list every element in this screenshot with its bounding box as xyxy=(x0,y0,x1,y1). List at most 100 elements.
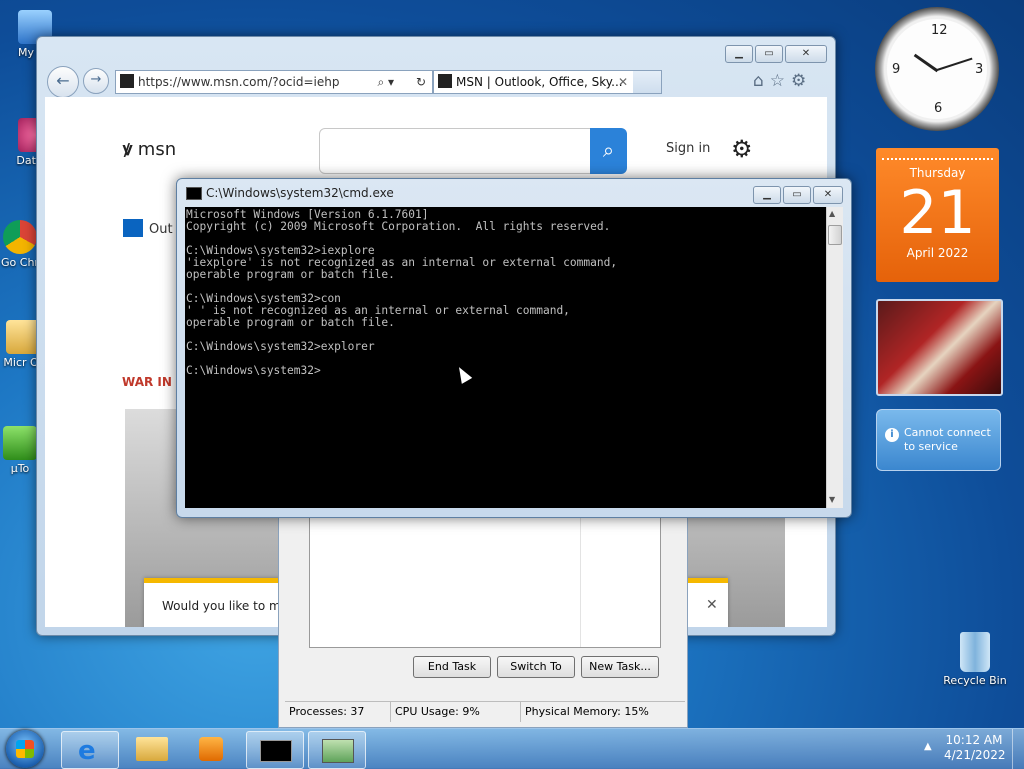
cmd-icon xyxy=(186,187,202,200)
weather-message: Cannot connect to service xyxy=(904,426,991,453)
msn-search-input[interactable] xyxy=(319,128,591,174)
calendar-month-year: April 2022 xyxy=(906,246,969,260)
msn-search-button[interactable]: ⌕ xyxy=(590,128,627,174)
maximize-button[interactable]: ▭ xyxy=(783,186,811,204)
cmd-console-output[interactable]: Microsoft Windows [Version 6.1.7601] Copy… xyxy=(185,207,826,508)
desktop-icon-google-chrome[interactable]: Go Chr xyxy=(0,220,40,269)
cmd-title: C:\Windows\system32\cmd.exe xyxy=(206,186,394,200)
status-bar: Processes: 37 CPU Usage: 9% Physical Mem… xyxy=(285,701,685,722)
taskbar-cmd[interactable] xyxy=(246,731,304,769)
slideshow-gadget[interactable] xyxy=(876,299,1003,396)
desktop-icon-label: Go Chr xyxy=(1,256,39,269)
notification-text: Would you like to mak xyxy=(162,599,295,613)
close-button[interactable]: ✕ xyxy=(785,45,827,63)
start-button[interactable] xyxy=(6,730,44,768)
tab-msn[interactable]: MSN | Outlook, Office, Sky... ✕ xyxy=(433,70,635,94)
cpu-usage: CPU Usage: 9% xyxy=(391,702,521,722)
info-icon: i xyxy=(885,428,899,442)
console-line: operable program or batch file. xyxy=(186,268,395,281)
ie-icon: e xyxy=(78,736,96,766)
processes-count: Processes: 37 xyxy=(285,702,391,722)
clock-minute-hand xyxy=(936,57,973,71)
console-line: C:\Windows\system32>explorer xyxy=(186,340,375,353)
console-line: C:\Windows\system32> xyxy=(186,364,321,377)
taskbar-task-manager[interactable] xyxy=(308,731,366,769)
console-line: operable program or batch file. xyxy=(186,316,395,329)
taskbar: e ▲ 10:12 AM 4/21/2022 xyxy=(0,728,1024,769)
tab-title: MSN | Outlook, Office, Sky... xyxy=(456,75,623,89)
sign-in-link[interactable]: Sign in xyxy=(666,141,710,156)
show-hidden-icons-icon[interactable]: ▲ xyxy=(924,741,932,752)
msn-favicon xyxy=(120,74,134,88)
folder-icon xyxy=(6,320,40,354)
process-list[interactable] xyxy=(309,517,661,648)
weather-gadget[interactable]: i Cannot connect to service xyxy=(876,409,1001,471)
desktop-icon-label: µTo xyxy=(10,462,30,475)
clock-numeral: 12 xyxy=(931,23,948,38)
calendar-day: 21 xyxy=(899,178,976,248)
clock-numeral: 6 xyxy=(934,101,943,116)
taskbar-ie[interactable]: e xyxy=(61,731,119,769)
recycle-bin-icon xyxy=(960,632,990,672)
physical-memory: Physical Memory: 15% xyxy=(525,705,649,718)
column-divider xyxy=(580,517,581,647)
address-bar[interactable]: https://www.msn.com/?ocid=iehp ⌕ ▾ ↻ xyxy=(115,70,433,94)
clock-face: 12 3 6 9 xyxy=(887,19,987,119)
scroll-thumb[interactable] xyxy=(828,225,842,245)
settings-gear-icon[interactable]: ⚙ xyxy=(731,135,753,163)
msn-butterfly-icon: ꝟ xyxy=(123,139,133,160)
taskbar-explorer[interactable] xyxy=(124,731,180,767)
calendar-gadget[interactable]: Thursday 21 April 2022 xyxy=(876,148,999,282)
url-text: https://www.msn.com/?ocid=iehp xyxy=(138,75,340,89)
tab-close-icon[interactable]: ✕ xyxy=(618,71,628,93)
back-button[interactable]: ← xyxy=(47,66,79,98)
search-icon[interactable]: ⌕ ▾ xyxy=(377,71,394,93)
notification-close-icon[interactable]: ✕ xyxy=(706,597,718,613)
outlook-link[interactable]: Out xyxy=(123,219,173,237)
scroll-down-icon[interactable]: ▼ xyxy=(829,495,835,504)
end-task-button[interactable]: End Task xyxy=(413,656,491,678)
msn-favicon xyxy=(438,74,452,88)
desktop-icon-label: Recycle Bin xyxy=(943,674,1007,687)
gear-icon[interactable]: ⚙ xyxy=(791,71,812,91)
scroll-up-icon[interactable]: ▲ xyxy=(829,209,835,218)
minimize-button[interactable]: ▁ xyxy=(753,186,781,204)
clock-hour-hand xyxy=(913,53,939,73)
cmd-icon xyxy=(260,740,292,762)
new-tab-button[interactable] xyxy=(633,70,662,94)
show-desktop-button[interactable] xyxy=(1012,729,1024,769)
cmd-window[interactable]: C:\Windows\system32\cmd.exe ▁ ▭ ✕ Micros… xyxy=(176,178,852,518)
windows-logo-icon xyxy=(16,740,34,758)
folder-icon xyxy=(136,737,168,761)
media-player-icon xyxy=(199,737,223,761)
tray-time: 10:12 AM xyxy=(945,733,1003,747)
new-task-button[interactable]: New Task... xyxy=(581,656,659,678)
desktop-icon-utorrent[interactable]: µTo xyxy=(0,426,40,475)
cmd-scrollbar[interactable]: ▲ ▼ xyxy=(826,207,843,508)
home-icon[interactable]: ⌂ xyxy=(753,71,770,91)
search-icon: ⌕ xyxy=(602,138,615,162)
chrome-icon xyxy=(3,220,37,254)
msn-logo[interactable]: ꝟ msn xyxy=(123,137,176,161)
console-line: Copyright (c) 2009 Microsoft Corporation… xyxy=(186,220,611,233)
utorrent-icon xyxy=(3,426,37,460)
task-manager-icon xyxy=(322,739,354,763)
calendar-rings xyxy=(882,148,993,160)
task-manager-window[interactable]: End Task Switch To New Task... Processes… xyxy=(278,516,688,728)
clock-numeral: 9 xyxy=(892,62,901,77)
system-clock[interactable]: 10:12 AM 4/21/2022 xyxy=(944,733,1006,763)
window-controls: ▁ ▭ ✕ xyxy=(725,45,827,63)
taskbar-media-player[interactable] xyxy=(184,731,240,767)
forward-button[interactable]: → xyxy=(83,68,109,94)
clock-gadget[interactable]: 12 3 6 9 xyxy=(875,7,999,131)
switch-to-button[interactable]: Switch To xyxy=(497,656,575,678)
clock-numeral: 3 xyxy=(975,62,984,77)
minimize-button[interactable]: ▁ xyxy=(725,45,753,63)
close-button[interactable]: ✕ xyxy=(813,186,843,204)
favorites-icon[interactable]: ☆ xyxy=(770,71,791,91)
desktop-icon-recycle-bin[interactable]: Recycle Bin xyxy=(940,632,1010,687)
maximize-button[interactable]: ▭ xyxy=(755,45,783,63)
tray-date: 4/21/2022 xyxy=(944,748,1006,762)
window-controls: ▁ ▭ ✕ xyxy=(753,186,843,204)
refresh-icon[interactable]: ↻ xyxy=(416,71,426,93)
